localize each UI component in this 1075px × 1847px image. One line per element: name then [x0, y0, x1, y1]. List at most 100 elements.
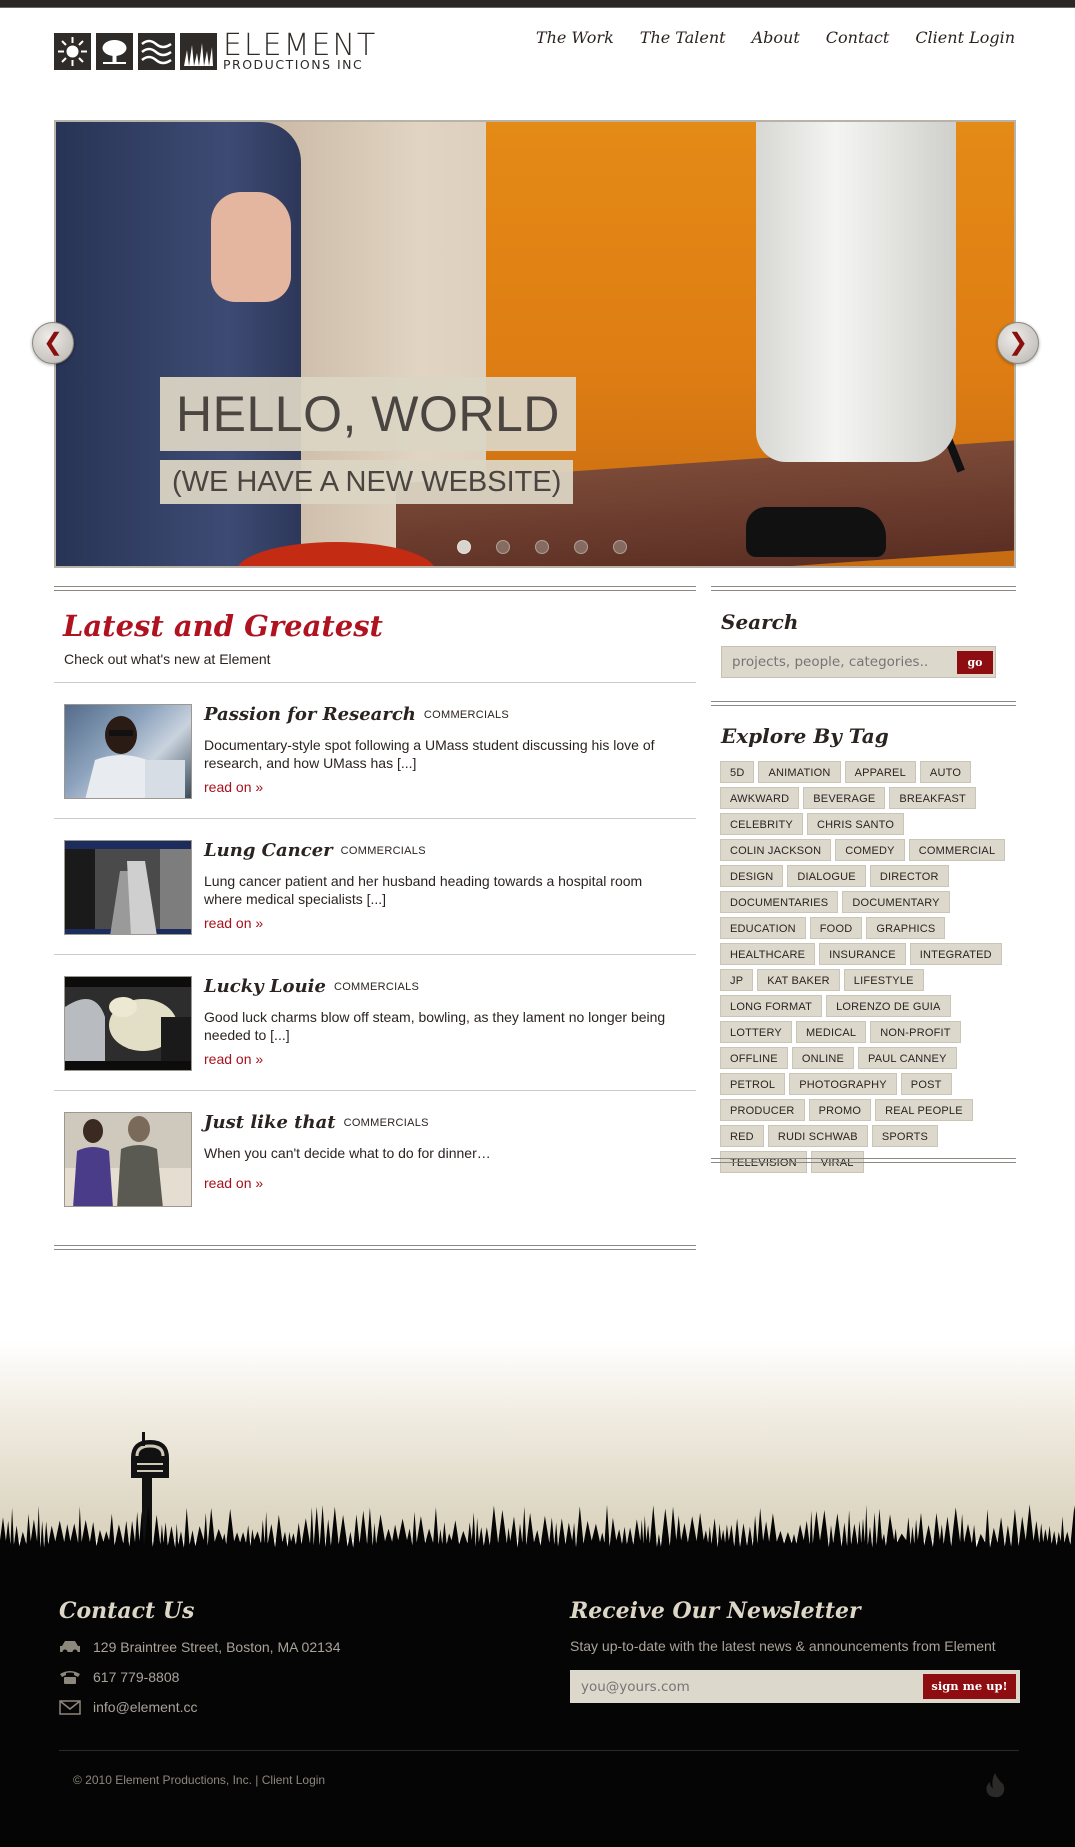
- tag-button[interactable]: DOCUMENTARY: [842, 891, 950, 913]
- tag-button[interactable]: LORENZO DE GUIA: [826, 995, 951, 1017]
- main-nav: The Work The Talent About Contact Client…: [536, 28, 1015, 47]
- slider-dot-4[interactable]: [574, 540, 588, 554]
- tag-button[interactable]: DESIGN: [720, 865, 784, 887]
- slider-dot-1[interactable]: [457, 540, 471, 554]
- top-strip: [0, 0, 1075, 8]
- tag-button[interactable]: JP: [720, 969, 754, 991]
- tag-button[interactable]: MEDICAL: [795, 1021, 867, 1043]
- tag-button[interactable]: BREAKFAST: [889, 787, 976, 809]
- tag-button[interactable]: FOOD: [809, 917, 863, 939]
- slider-dot-5[interactable]: [613, 540, 627, 554]
- newsletter-signup-button[interactable]: sign me up!: [923, 1674, 1016, 1699]
- divider: [54, 954, 696, 955]
- footer-divider: [59, 1750, 1019, 1751]
- post-title-text[interactable]: Lucky Louie: [204, 976, 326, 997]
- tags-title: Explore By Tag: [721, 724, 889, 748]
- tag-button[interactable]: BEVERAGE: [803, 787, 886, 809]
- grass-icon: [180, 32, 217, 70]
- post-title[interactable]: Lucky Louie COMMERCIALS: [204, 976, 419, 997]
- post-category[interactable]: COMMERCIALS: [424, 709, 509, 721]
- post-title[interactable]: Passion for Research COMMERCIALS: [204, 704, 509, 725]
- tag-button[interactable]: COMEDY: [835, 839, 905, 861]
- tag-button[interactable]: LONG FORMAT: [720, 995, 823, 1017]
- copyright: © 2010 Element Productions, Inc. | Clien…: [73, 1773, 325, 1787]
- nav-client-login[interactable]: Client Login: [915, 28, 1015, 47]
- tag-button[interactable]: DIRECTOR: [869, 865, 949, 887]
- tag-button[interactable]: PROMO: [808, 1099, 872, 1121]
- nav-the-talent[interactable]: The Talent: [640, 28, 726, 47]
- read-on-link[interactable]: read on »: [204, 779, 263, 795]
- post-thumbnail[interactable]: [64, 840, 192, 935]
- slider-dot-3[interactable]: [535, 540, 549, 554]
- post-thumbnail[interactable]: [64, 976, 192, 1071]
- tag-button[interactable]: CHRIS SANTO: [806, 813, 905, 835]
- tag-button[interactable]: AUTO: [919, 761, 972, 783]
- tag-button[interactable]: GRAPHICS: [866, 917, 946, 939]
- post-title-text[interactable]: Lung Cancer: [204, 840, 333, 861]
- tag-button[interactable]: INSURANCE: [819, 943, 906, 965]
- tag-button[interactable]: PAUL CANNEY: [858, 1047, 957, 1069]
- sidebar-mid-rule: [711, 701, 1016, 706]
- search-go-button[interactable]: go: [957, 651, 993, 674]
- tag-button[interactable]: PHOTOGRAPHY: [789, 1073, 897, 1095]
- tag-button[interactable]: PRODUCER: [720, 1099, 805, 1121]
- tag-button[interactable]: INTEGRATED: [909, 943, 1002, 965]
- tag-button[interactable]: SPORTS: [871, 1125, 939, 1147]
- tag-button[interactable]: DOCUMENTARIES: [720, 891, 839, 913]
- tag-button[interactable]: DIALOGUE: [787, 865, 866, 887]
- post-excerpt: Documentary-style spot following a UMass…: [204, 737, 655, 771]
- tag-button[interactable]: ONLINE: [791, 1047, 855, 1069]
- tag-button[interactable]: OFFLINE: [720, 1047, 788, 1069]
- slide-subline: (WE HAVE A NEW WEBSITE): [160, 460, 574, 504]
- post-item: Lucky Louie COMMERCIALS Good luck charms …: [64, 976, 694, 1072]
- slider-next-button[interactable]: ❯: [997, 322, 1039, 364]
- tag-button[interactable]: COLIN JACKSON: [720, 839, 832, 861]
- tag-button[interactable]: CELEBRITY: [720, 813, 803, 835]
- tag-button[interactable]: KAT BAKER: [757, 969, 840, 991]
- post-thumbnail[interactable]: [64, 1112, 192, 1207]
- post-title-text[interactable]: Passion for Research: [204, 704, 416, 725]
- tag-button[interactable]: LOTTERY: [720, 1021, 792, 1043]
- tag-button[interactable]: POST: [900, 1073, 952, 1095]
- post-category[interactable]: COMMERCIALS: [334, 981, 419, 993]
- tag-button[interactable]: LIFESTYLE: [843, 969, 924, 991]
- read-on-link[interactable]: read on »: [204, 1175, 263, 1191]
- tag-button[interactable]: ANIMATION: [758, 761, 841, 783]
- tag-button[interactable]: RUDI SCHWAB: [767, 1125, 868, 1147]
- post-category[interactable]: COMMERCIALS: [344, 1117, 429, 1129]
- site-logo[interactable]: Element Productions Inc: [54, 31, 377, 72]
- tag-button[interactable]: APPAREL: [844, 761, 916, 783]
- divider: [54, 682, 696, 683]
- tag-button[interactable]: AWKWARD: [720, 787, 800, 809]
- tag-button[interactable]: REAL PEOPLE: [875, 1099, 973, 1121]
- tag-button[interactable]: 5D: [720, 761, 755, 783]
- read-on-link[interactable]: read on »: [204, 1051, 263, 1067]
- sidebar-bottom-rule: [711, 1158, 1016, 1163]
- slide-photo-painter: [756, 122, 956, 462]
- slider-prev-button[interactable]: ❮: [32, 322, 74, 364]
- post-title-text[interactable]: Just like that: [204, 1112, 336, 1133]
- post-category[interactable]: COMMERCIALS: [341, 845, 426, 857]
- tag-button[interactable]: COMMERCIAL: [908, 839, 1006, 861]
- main-bottom-rule: [54, 1245, 696, 1250]
- post-title[interactable]: Lung Cancer COMMERCIALS: [204, 840, 426, 861]
- tag-button[interactable]: PETROL: [720, 1073, 786, 1095]
- footer-client-login-link[interactable]: Client Login: [262, 1773, 325, 1787]
- post-title[interactable]: Just like that COMMERCIALS: [204, 1112, 429, 1133]
- email-link[interactable]: info@element.cc: [93, 1699, 197, 1715]
- flame-icon: [986, 1773, 1005, 1798]
- tag-button[interactable]: EDUCATION: [720, 917, 806, 939]
- search-form: go: [721, 646, 996, 678]
- search-input[interactable]: [722, 647, 957, 677]
- tag-button[interactable]: HEALTHCARE: [720, 943, 816, 965]
- nav-about[interactable]: About: [752, 28, 800, 47]
- slider-dot-2[interactable]: [496, 540, 510, 554]
- newsletter-email-input[interactable]: [570, 1670, 910, 1703]
- post-thumbnail[interactable]: [64, 704, 192, 799]
- slide-photo-fist: [211, 192, 291, 302]
- tag-button[interactable]: NON-PROFIT: [870, 1021, 961, 1043]
- tag-button[interactable]: RED: [720, 1125, 764, 1147]
- nav-the-work[interactable]: The Work: [536, 28, 614, 47]
- nav-contact[interactable]: Contact: [826, 28, 890, 47]
- read-on-link[interactable]: read on »: [204, 915, 263, 931]
